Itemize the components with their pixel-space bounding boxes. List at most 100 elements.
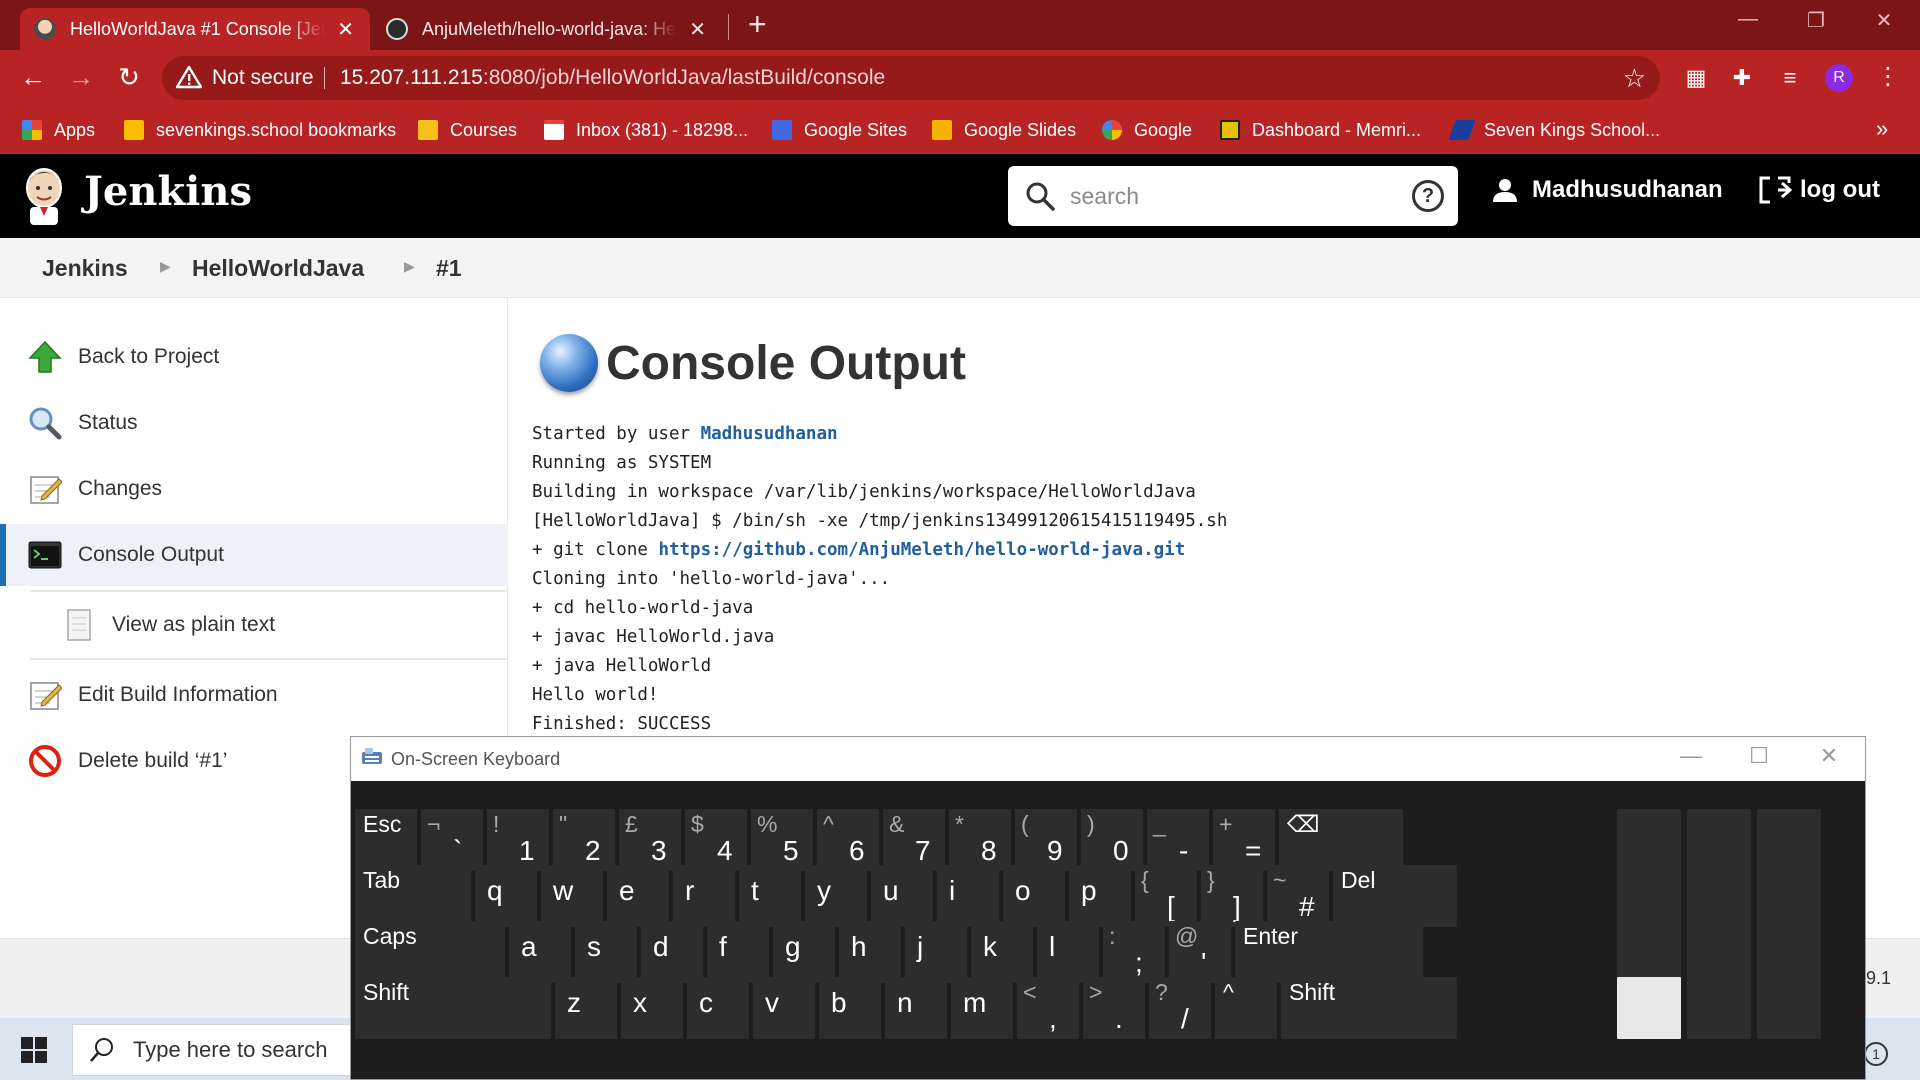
key-symbol[interactable]: ¬ ` [421, 809, 483, 871]
close-window-icon[interactable]: ✕ [1864, 8, 1904, 33]
key-dock[interactable] [1757, 977, 1821, 1039]
profile-avatar[interactable]: R [1825, 64, 1853, 92]
key-r[interactable]: r [673, 865, 735, 927]
address-bar[interactable]: Not secure 15.207.111.215:8080/job/Hello… [162, 56, 1660, 100]
key-i[interactable]: i [937, 865, 999, 927]
bookmark-google[interactable]: Google [1102, 116, 1192, 144]
key-5[interactable]: % 5 [751, 809, 813, 871]
key-l[interactable]: l [1037, 921, 1099, 983]
media-queue-icon[interactable]: ≡ [1776, 64, 1804, 92]
key-h[interactable]: h [839, 921, 901, 983]
task-status[interactable]: Status [0, 392, 508, 454]
key-u[interactable]: u [871, 865, 933, 927]
key-symbol[interactable]: @ ' [1169, 921, 1231, 983]
tab-jenkins-console[interactable]: HelloWorldJava #1 Console [Jenkins] ✕ [20, 8, 370, 50]
key-q[interactable]: q [475, 865, 537, 927]
more-bookmarks-icon[interactable]: » [1876, 116, 1888, 142]
key-j[interactable]: j [905, 921, 967, 983]
key-g[interactable]: g [773, 921, 835, 983]
bookmark-memrise[interactable]: Dashboard - Memri... [1220, 116, 1421, 144]
key-s[interactable]: s [575, 921, 637, 983]
new-tab-button[interactable]: + [748, 6, 767, 43]
bookmark-seven-kings-school[interactable]: Seven Kings School... [1448, 116, 1660, 144]
bookmark-google-slides[interactable]: Google Slides [932, 116, 1076, 144]
minimize-window-icon[interactable]: — [1728, 8, 1768, 31]
key-c[interactable]: c [687, 977, 749, 1039]
tab-github[interactable]: AnjuMeleth/hello-world-java: Hello World… [372, 8, 722, 50]
key-enter[interactable]: Enter [1235, 921, 1423, 983]
osk-minimize-icon[interactable]: — [1671, 743, 1711, 769]
forward-arrow-icon[interactable]: → [64, 62, 98, 92]
key-mv-up[interactable] [1757, 865, 1821, 927]
key-v[interactable]: v [753, 977, 815, 1039]
security-status[interactable]: Not secure [212, 66, 314, 90]
git-repo-link[interactable]: https://github.com/AnjuMeleth/hello-worl… [658, 540, 1185, 560]
key-1[interactable]: ! 1 [487, 809, 549, 871]
key-symbol[interactable]: _ - [1147, 809, 1209, 871]
key-mv-dn[interactable] [1757, 921, 1821, 983]
key-f[interactable]: f [707, 921, 769, 983]
key-m[interactable]: m [951, 977, 1013, 1039]
key-9[interactable]: (9 [1015, 809, 1077, 871]
key-symbol[interactable]: ~ # [1267, 865, 1329, 927]
key-symbol[interactable]: ? / [1149, 977, 1211, 1039]
osk-close-icon[interactable]: ✕ [1809, 743, 1849, 769]
jenkins-search-box[interactable]: ? [1008, 166, 1458, 226]
restore-window-icon[interactable]: ❐ [1796, 8, 1836, 33]
windows-start-icon[interactable] [20, 1036, 48, 1064]
key-b[interactable]: b [819, 977, 881, 1039]
close-tab-icon[interactable]: ✕ [335, 17, 356, 42]
key-d[interactable]: d [641, 921, 703, 983]
bookmark-apps[interactable]: Apps [22, 116, 95, 144]
key-pause[interactable] [1687, 921, 1751, 983]
close-tab-icon[interactable]: ✕ [687, 17, 708, 42]
key-scrlk[interactable] [1687, 977, 1751, 1039]
key-e[interactable]: e [607, 865, 669, 927]
key-y[interactable]: y [805, 865, 867, 927]
key-0[interactable]: ) 0 [1081, 809, 1143, 871]
key-shift[interactable]: Shift [1281, 977, 1457, 1039]
bookmark-courses[interactable]: Courses [418, 116, 517, 144]
key-n[interactable]: n [885, 977, 947, 1039]
jenkins-brand-title[interactable]: Jenkins [84, 168, 252, 215]
key-end[interactable] [1617, 865, 1681, 927]
jenkins-butler-logo-icon[interactable] [22, 166, 66, 226]
key-esc[interactable]: Esc [355, 809, 417, 871]
key-p[interactable]: p [1069, 865, 1131, 927]
key-del[interactable]: Del [1333, 865, 1457, 927]
breadcrumb-chevron-icon[interactable]: ▶ [160, 258, 171, 275]
back-arrow-icon[interactable]: ← [16, 62, 50, 92]
key-tab[interactable]: Tab [355, 865, 471, 927]
search-input[interactable] [1070, 178, 1390, 214]
task-console-output[interactable]: Console Output [0, 524, 508, 586]
key-4[interactable]: $4 [685, 809, 747, 871]
key-symbol[interactable]: + = [1213, 809, 1275, 871]
key-w[interactable]: w [541, 865, 603, 927]
key-pgup[interactable] [1687, 809, 1751, 871]
reload-icon[interactable]: ↻ [112, 62, 146, 92]
key-symbol[interactable]: ⌫ [1279, 809, 1403, 871]
key-2[interactable]: " 2 [553, 809, 615, 871]
key-t[interactable]: t [739, 865, 801, 927]
key-x[interactable]: x [621, 977, 683, 1039]
bookmark-google-sites[interactable]: Google Sites [772, 116, 907, 144]
key-8[interactable]: * 8 [949, 809, 1011, 871]
key-7[interactable]: & 7 [883, 809, 945, 871]
key-symbol[interactable]: :; [1103, 921, 1165, 983]
key-insert[interactable] [1617, 921, 1681, 983]
started-by-user-link[interactable]: Madhusudhanan [701, 424, 838, 444]
breadcrumb-jenkins[interactable]: Jenkins [42, 255, 128, 282]
jenkins-version[interactable]: 9.1 [1866, 968, 1891, 989]
taskbar-search-box[interactable]: Type here to search [72, 1024, 362, 1076]
breadcrumb-chevron-icon[interactable]: ▶ [404, 258, 415, 275]
key-3[interactable]: £3 [619, 809, 681, 871]
key-pgdn[interactable] [1687, 865, 1751, 927]
url-text[interactable]: 15.207.111.215:8080/job/HelloWorldJava/l… [340, 66, 885, 90]
task-back-to-project[interactable]: Back to Project [0, 326, 508, 388]
extensions-puzzle-icon[interactable]: ✚ [1728, 64, 1756, 92]
key-shift[interactable]: Shift [355, 977, 551, 1039]
task-view-plain-text[interactable]: View as plain text [0, 594, 508, 656]
key-k[interactable]: k [971, 921, 1033, 983]
key-home[interactable] [1617, 809, 1681, 871]
logout-link[interactable]: log out [1758, 176, 1880, 204]
